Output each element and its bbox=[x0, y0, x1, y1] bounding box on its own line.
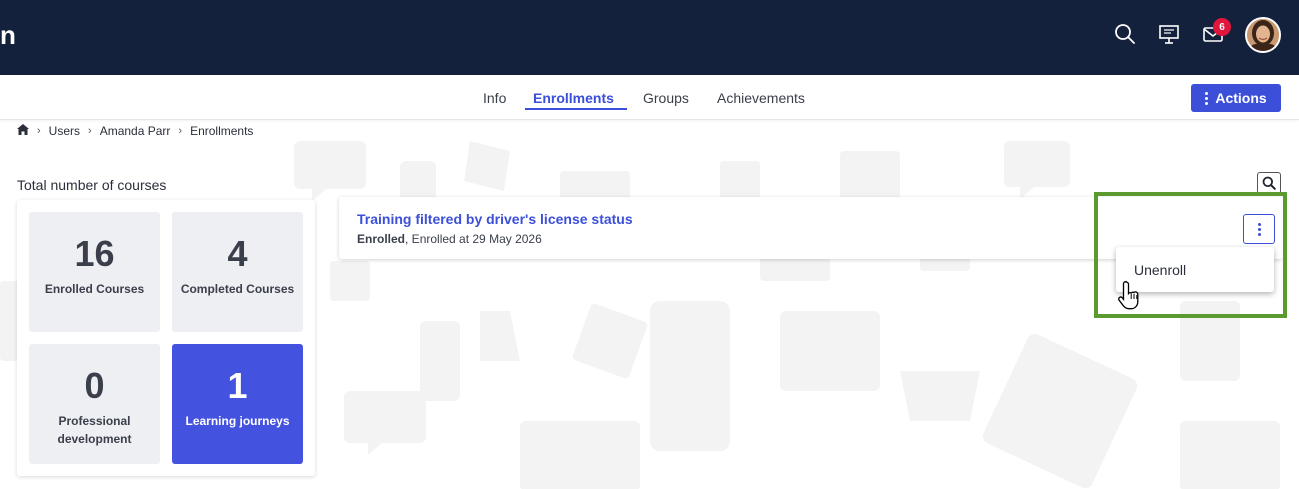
course-stats-panel: 16 Enrolled Courses 4 Completed Courses … bbox=[17, 200, 315, 476]
course-enrollment-status: Enrolled, Enrolled at 29 May 2026 bbox=[357, 232, 542, 246]
stat-value: 16 bbox=[74, 233, 115, 274]
breadcrumb-separator-icon: › bbox=[37, 125, 41, 137]
stat-enrolled-courses[interactable]: 16 Enrolled Courses bbox=[29, 212, 160, 332]
enrollment-search-button[interactable] bbox=[1257, 172, 1281, 194]
breadcrumb-separator-icon: › bbox=[178, 125, 183, 137]
breadcrumb-users[interactable]: Users bbox=[49, 124, 80, 138]
top-navigation-bar: n 6 bbox=[0, 0, 1299, 75]
course-title-link[interactable]: Training filtered by driver's license st… bbox=[357, 211, 633, 227]
stat-label: Professional development bbox=[57, 414, 132, 446]
breadcrumb-current: Enrollments bbox=[190, 124, 254, 138]
actions-button[interactable]: Actions bbox=[1191, 84, 1281, 112]
tab-bar: Info Enrollments Groups Achievements Act… bbox=[0, 75, 1299, 120]
stat-learning-journeys[interactable]: 1 Learning journeys bbox=[172, 344, 303, 464]
search-icon bbox=[1262, 176, 1276, 190]
presentation-icon[interactable] bbox=[1157, 22, 1181, 46]
stat-value: 0 bbox=[84, 365, 105, 406]
breadcrumb: › Users › Amanda Parr › Enrollments bbox=[17, 124, 253, 138]
tab-achievements[interactable]: Achievements bbox=[717, 89, 805, 107]
actions-button-label: Actions bbox=[1215, 90, 1267, 106]
tab-enrollments[interactable]: Enrollments bbox=[533, 89, 614, 107]
brand-logo-fragment[interactable]: n bbox=[0, 22, 16, 48]
hand-pointer-cursor-icon bbox=[1118, 280, 1139, 310]
menu-item-unenroll[interactable]: Unenroll bbox=[1134, 262, 1186, 278]
stat-completed-courses[interactable]: 4 Completed Courses bbox=[172, 212, 303, 332]
user-avatar[interactable] bbox=[1245, 17, 1281, 53]
more-vertical-icon bbox=[1205, 91, 1209, 105]
stat-professional-development[interactable]: 0 Professional development bbox=[29, 344, 160, 464]
mail-count-badge: 6 bbox=[1213, 18, 1231, 36]
stat-label: Completed Courses bbox=[180, 282, 295, 296]
enrollment-date: , Enrolled at 29 May 2026 bbox=[405, 232, 542, 246]
stat-value: 1 bbox=[227, 365, 248, 406]
breadcrumb-user-name[interactable]: Amanda Parr bbox=[100, 124, 171, 138]
stats-title: Total number of courses bbox=[17, 177, 167, 193]
tab-info[interactable]: Info bbox=[483, 89, 506, 107]
status-label: Enrolled bbox=[357, 232, 406, 246]
active-tab-indicator bbox=[525, 108, 627, 110]
stat-value: 4 bbox=[227, 233, 248, 274]
breadcrumb-separator-icon: › bbox=[88, 125, 92, 137]
tab-groups[interactable]: Groups bbox=[643, 89, 689, 107]
search-icon[interactable] bbox=[1113, 22, 1137, 46]
stat-label: Enrolled Courses bbox=[44, 282, 145, 296]
stat-label: Learning journeys bbox=[185, 414, 290, 428]
home-icon[interactable] bbox=[17, 124, 29, 138]
